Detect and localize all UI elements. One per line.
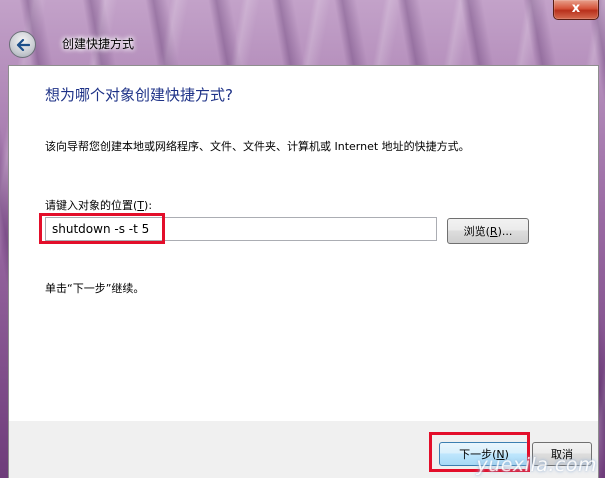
- page-heading: 想为哪个对象创建快捷方式?: [45, 86, 233, 104]
- continue-hint: 单击“下一步”继续。: [45, 282, 145, 295]
- wizard-title: 创建快捷方式: [62, 37, 135, 51]
- wizard-content: 想为哪个对象创建快捷方式? 该向导帮您创建本地或网络程序、文件、文件夹、计算机或…: [8, 65, 599, 422]
- location-input[interactable]: [45, 217, 437, 241]
- close-icon: x: [571, 1, 581, 16]
- location-label: 请键入对象的位置(T):: [45, 199, 153, 212]
- window-close-button[interactable]: x: [553, 0, 599, 20]
- browse-button[interactable]: 浏览(R)...: [447, 218, 529, 244]
- back-button[interactable]: [9, 31, 36, 58]
- back-arrow-icon: [16, 38, 30, 51]
- watermark: yuexila.com: [476, 454, 597, 476]
- page-description: 该向导帮您创建本地或网络程序、文件、文件夹、计算机或 Internet 地址的快…: [45, 140, 470, 153]
